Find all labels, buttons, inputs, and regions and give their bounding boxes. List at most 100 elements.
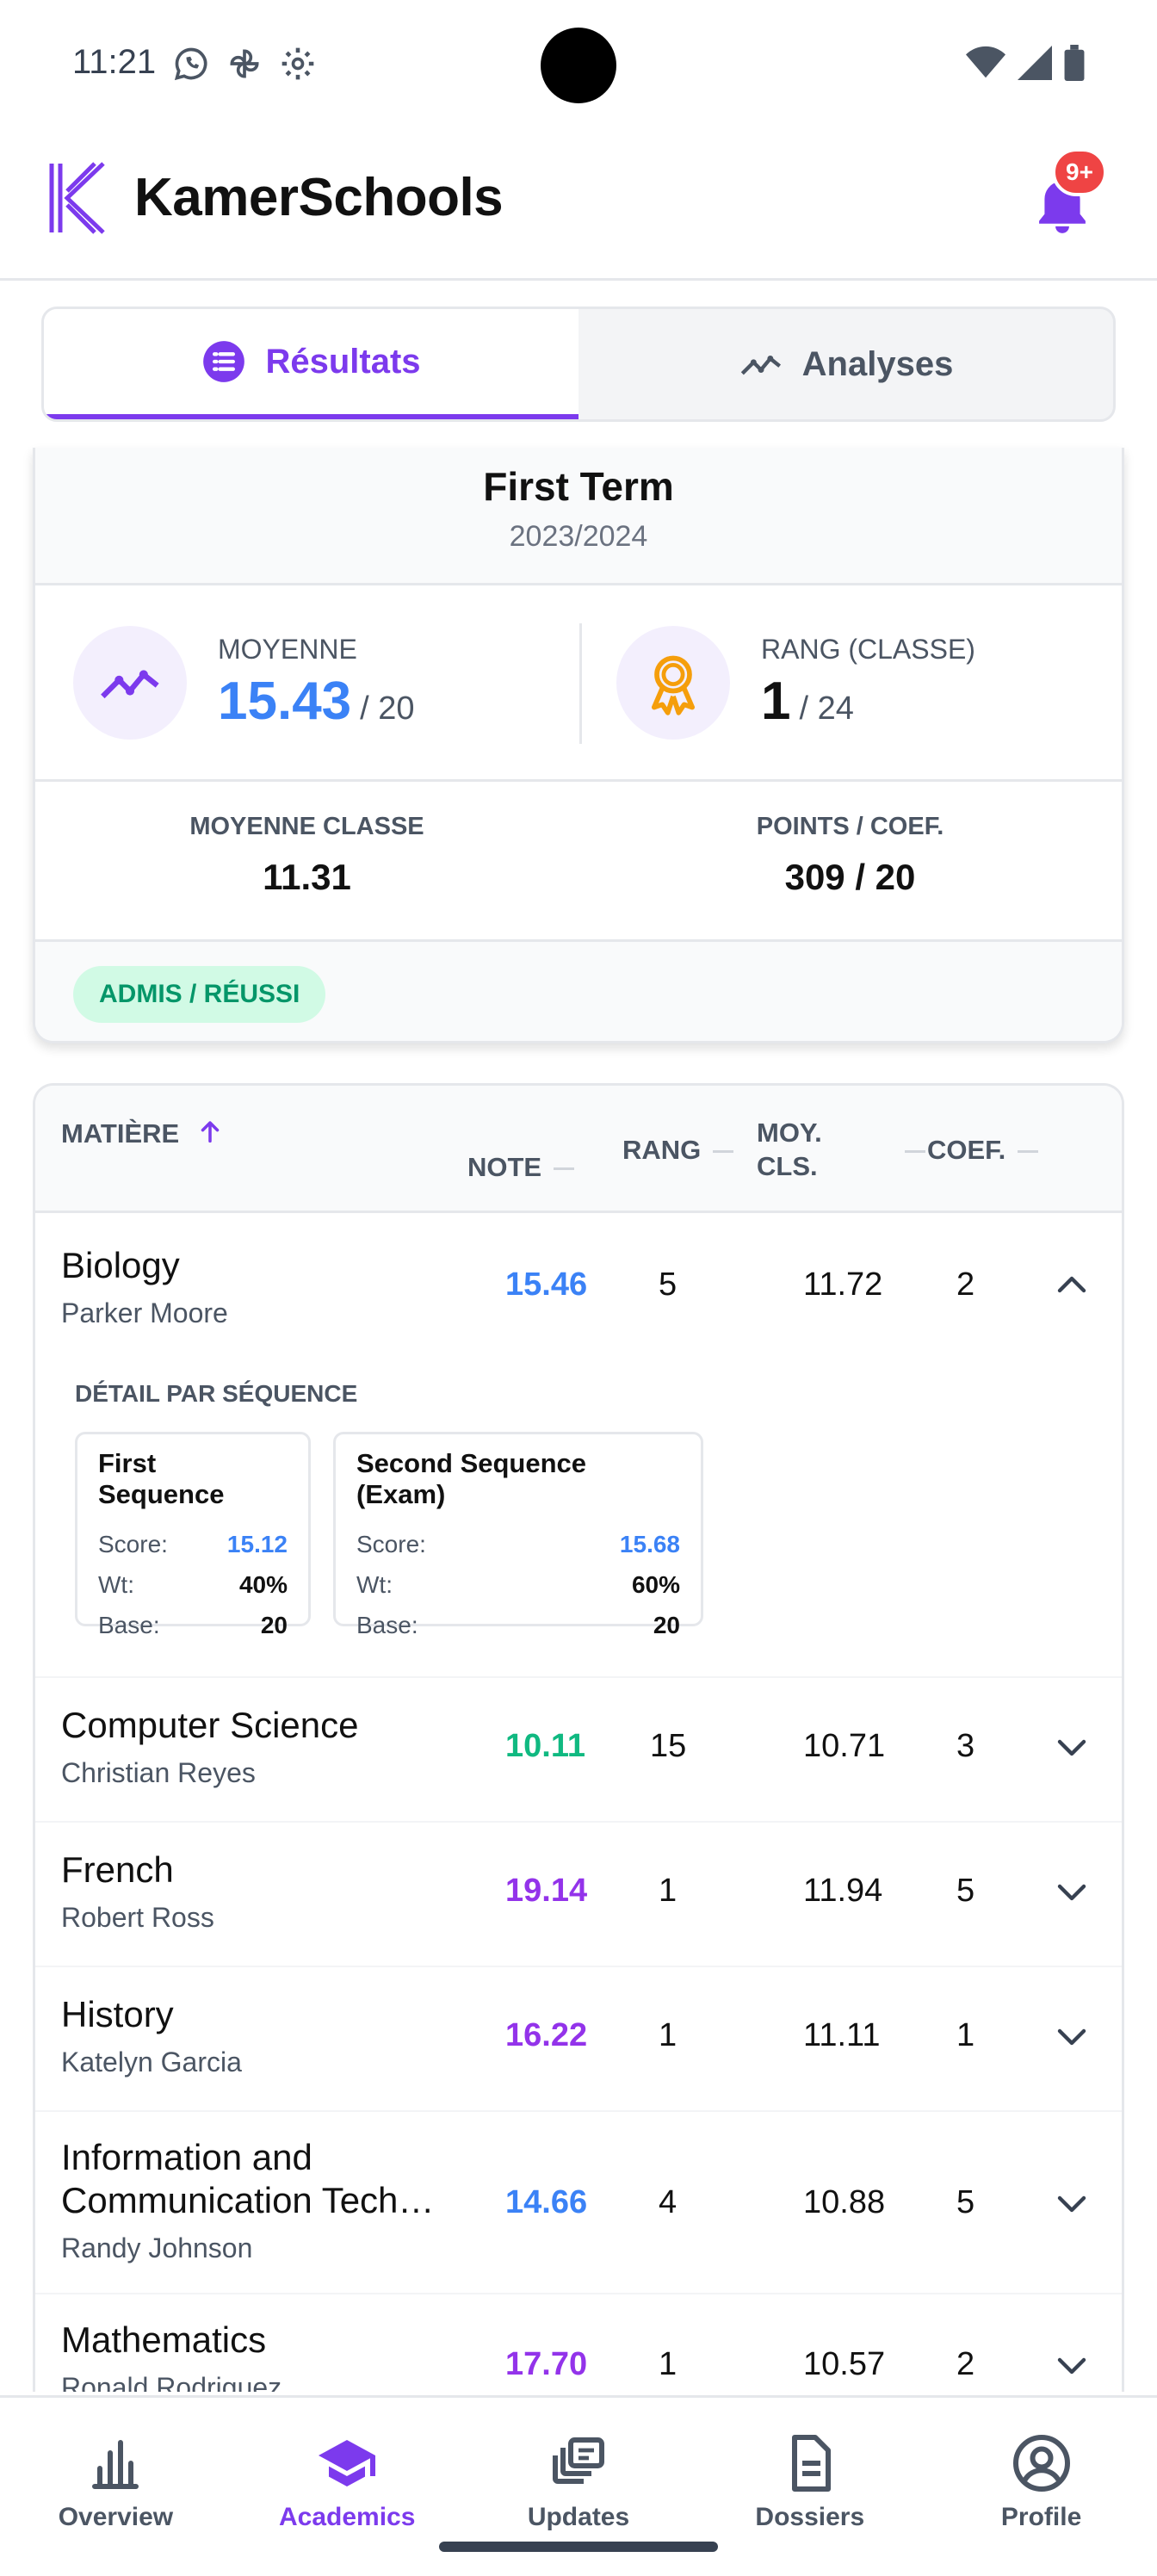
nav-overview[interactable]: Overview <box>0 2398 232 2576</box>
subject-coef: 5 <box>956 1873 975 1909</box>
teacher-name: Katelyn Garcia <box>61 2047 242 2078</box>
rank-stat: RANG (CLASSE) 1 / 24 <box>578 585 1122 779</box>
table-row-computer-science[interactable]: Computer Science Christian Reyes 10.11 1… <box>35 1678 1122 1823</box>
subject-note: 17.70 <box>505 2346 588 2382</box>
header-coef[interactable]: COEF. <box>905 1134 1039 1167</box>
sort-none-indicator <box>713 1150 734 1154</box>
chevron-down-icon[interactable] <box>1051 1726 1092 1768</box>
subject-coef: 5 <box>956 2184 975 2220</box>
rank-icon-circle <box>616 625 730 740</box>
chevron-down-icon[interactable] <box>1051 2344 1092 2386</box>
subject-name: Mathematics <box>61 2319 267 2360</box>
award-ribbon-icon <box>651 655 696 715</box>
base-label: Base: <box>98 1611 160 1638</box>
rank-label: RANG (CLASSE) <box>761 633 975 665</box>
subject-note: 10.11 <box>505 1728 585 1764</box>
header-note[interactable]: NOTE <box>467 1151 575 1185</box>
header-subject[interactable]: MATIÈRE <box>61 1117 225 1151</box>
wifi-icon <box>966 46 1005 78</box>
subject-rank: 5 <box>659 1266 677 1303</box>
header-note-label: NOTE <box>467 1152 542 1182</box>
home-indicator[interactable] <box>439 2542 718 2552</box>
term-year: 2023/2024 <box>509 520 648 553</box>
score-label: Score: <box>98 1530 168 1557</box>
sequence-card: Second Sequence (Exam) Score: 15.68 Wt: 60… <box>333 1432 703 1638</box>
table-row-mathematics[interactable]: Mathematics Ronald Rodriguez 17.70 1 10.… <box>35 2294 1122 2392</box>
subject-name: Biology <box>61 1245 180 1285</box>
subject-name-line1: Information and <box>61 2137 312 2177</box>
status-time: 11:21 <box>72 43 157 81</box>
class-average-label: MOYENNE CLASSE <box>189 813 424 840</box>
header-class-average[interactable]: MOY. CLS. <box>757 1117 822 1184</box>
nav-updates-label: Updates <box>527 2503 630 2531</box>
class-average-value: 11.31 <box>263 857 351 897</box>
table-row-ict[interactable]: Information and Communication Tech… Rand… <box>35 2112 1122 2294</box>
subject-name: Information and Communication Tech… <box>61 2136 434 2223</box>
term-title: First Term <box>483 464 674 509</box>
average-icon-circle <box>73 625 187 740</box>
stat-divider <box>579 623 582 744</box>
table-row-history[interactable]: History Katelyn Garcia 16.22 1 11.11 1 <box>35 1967 1122 2112</box>
subject-coef: 2 <box>956 1266 975 1303</box>
average-out-of: / 20 <box>360 690 415 727</box>
term-summary-card: First Term 2023/2024 MOYENNE 15.43 / 20 … <box>33 448 1124 1043</box>
sequence-card: First Sequence Score: 15.12 Wt: 40% Base: 2… <box>75 1432 311 1638</box>
status-bar: 11:21 <box>0 0 1157 129</box>
header-coef-label: COEF. <box>927 1135 1006 1165</box>
system-status-icons <box>966 45 1085 81</box>
subject-class-average: 11.94 <box>803 1873 883 1909</box>
front-camera <box>541 28 616 103</box>
whatsapp-icon <box>174 47 207 81</box>
nav-dossiers-label: Dossiers <box>755 2503 865 2531</box>
subject-name: History <box>61 1994 174 2034</box>
nav-academics[interactable]: Academics <box>232 2398 463 2576</box>
term-header: First Term 2023/2024 <box>35 448 1122 585</box>
sort-none-indicator <box>554 1167 575 1171</box>
app-header: KamerSchools <box>0 129 1157 281</box>
subject-rank: 1 <box>659 1873 677 1909</box>
header-class-average-line2: CLS. <box>757 1150 818 1181</box>
user-circle-icon <box>1012 2435 1070 2492</box>
status-badge: ADMIS / RÉUSSI <box>73 966 326 1023</box>
subject-coef: 3 <box>956 1728 975 1764</box>
tab-analyses-label: Analyses <box>801 344 954 383</box>
teacher-name: Robert Ross <box>61 1902 214 1933</box>
settings-gear-icon <box>282 47 314 80</box>
nav-dossiers[interactable]: Dossiers <box>694 2398 925 2576</box>
trend-icon <box>740 356 781 375</box>
chevron-up-icon[interactable] <box>1051 1265 1092 1306</box>
chevron-down-icon[interactable] <box>1051 2183 1092 2224</box>
subject-class-average: 10.57 <box>803 2346 886 2382</box>
nav-profile-label: Profile <box>1000 2503 1082 2531</box>
chevron-down-icon[interactable] <box>1051 2016 1092 2057</box>
sequence-score: 15.12 <box>226 1530 288 1557</box>
header-subject-label: MATIÈRE <box>61 1118 180 1149</box>
teacher-name: Parker Moore <box>61 1297 228 1328</box>
subject-rank: 1 <box>659 2346 677 2382</box>
sort-none-indicator <box>1018 1150 1039 1154</box>
sequence-weight: 60% <box>631 1570 680 1598</box>
sequence-weight: 40% <box>238 1570 288 1598</box>
weight-label: Wt: <box>356 1570 393 1598</box>
tab-analyses[interactable]: Analyses <box>578 309 1113 419</box>
sequence-score: 15.68 <box>619 1530 680 1557</box>
chevron-down-icon[interactable] <box>1051 1871 1092 1912</box>
header-rank[interactable]: RANG <box>622 1134 734 1167</box>
table-row-french[interactable]: French Robert Ross 19.14 1 11.94 5 <box>35 1823 1122 1967</box>
subject-name: Computer Science <box>61 1705 359 1745</box>
table-row-biology[interactable]: Biology Parker Moore 15.46 5 11.72 2 DÉT… <box>35 1213 1122 1678</box>
main-stats: MOYENNE 15.43 / 20 RANG (CLASSE) 1 / 24 <box>35 585 1122 782</box>
nav-profile[interactable]: Profile <box>925 2398 1157 2576</box>
tab-resultats[interactable]: Résultats <box>44 309 578 419</box>
sequence-base: 20 <box>260 1611 288 1638</box>
header-rank-label: RANG <box>622 1135 702 1165</box>
table-header: MATIÈRE NOTE RANG MOY. CLS. COEF. <box>35 1086 1122 1213</box>
average-stat: MOYENNE 15.43 / 20 <box>35 585 578 779</box>
subject-coef: 2 <box>956 2346 975 2382</box>
subject-note: 14.66 <box>505 2184 588 2220</box>
tab-resultats-label: Résultats <box>265 342 421 381</box>
subject-note: 19.14 <box>505 1873 588 1909</box>
rank-out-of: / 24 <box>799 690 854 727</box>
notification-count-badge: 9+ <box>1052 148 1107 196</box>
sequence-detail-title: DÉTAIL PAR SÉQUENCE <box>75 1380 358 1407</box>
